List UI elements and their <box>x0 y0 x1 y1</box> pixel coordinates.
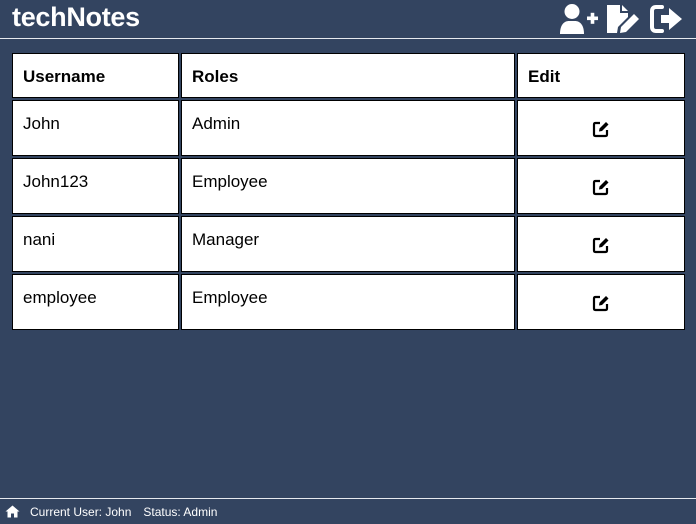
roles-cell: Admin <box>181 100 515 156</box>
edit-icon <box>592 121 609 138</box>
edit-button[interactable] <box>587 173 615 201</box>
page: techNotes Username Roles Edit John Admin… <box>0 0 696 524</box>
app-header: techNotes <box>0 0 696 39</box>
edit-icon <box>592 179 609 196</box>
column-header-edit: Edit <box>517 53 685 98</box>
table-row: John Admin <box>12 100 685 156</box>
edit-icon <box>592 237 609 254</box>
logout-button[interactable] <box>648 2 686 36</box>
table-row: employee Employee <box>12 274 685 330</box>
edit-button[interactable] <box>587 115 615 143</box>
logout-icon <box>650 4 684 34</box>
table-row: John123 Employee <box>12 158 685 214</box>
username-cell: John123 <box>12 158 179 214</box>
edit-button[interactable] <box>587 231 615 259</box>
roles-cell: Employee <box>181 274 515 330</box>
column-header-roles: Roles <box>181 53 515 98</box>
roles-cell: Employee <box>181 158 515 214</box>
current-user-label: Current User: John <box>30 504 132 519</box>
new-user-button[interactable] <box>558 2 600 36</box>
new-note-button[interactable] <box>604 2 642 36</box>
edit-cell <box>517 100 685 156</box>
home-button[interactable] <box>4 504 20 520</box>
app-footer: Current User: John Status: Admin <box>0 498 696 524</box>
user-plus-icon <box>559 3 599 35</box>
username-cell: employee <box>12 274 179 330</box>
edit-cell <box>517 158 685 214</box>
username-cell: nani <box>12 216 179 272</box>
app-title[interactable]: techNotes <box>12 2 140 33</box>
users-table-container: Username Roles Edit John Admin John123 E… <box>12 53 685 330</box>
roles-cell: Manager <box>181 216 515 272</box>
status-label: Status: Admin <box>143 504 218 519</box>
edit-button[interactable] <box>587 289 615 317</box>
table-row: nani Manager <box>12 216 685 272</box>
username-cell: John <box>12 100 179 156</box>
home-icon <box>5 505 19 518</box>
users-table: Username Roles Edit John Admin John123 E… <box>10 51 687 332</box>
edit-cell <box>517 216 685 272</box>
column-header-username: Username <box>12 53 179 98</box>
edit-cell <box>517 274 685 330</box>
edit-icon <box>592 295 609 312</box>
file-pen-icon <box>605 3 641 35</box>
table-header-row: Username Roles Edit <box>12 53 685 98</box>
